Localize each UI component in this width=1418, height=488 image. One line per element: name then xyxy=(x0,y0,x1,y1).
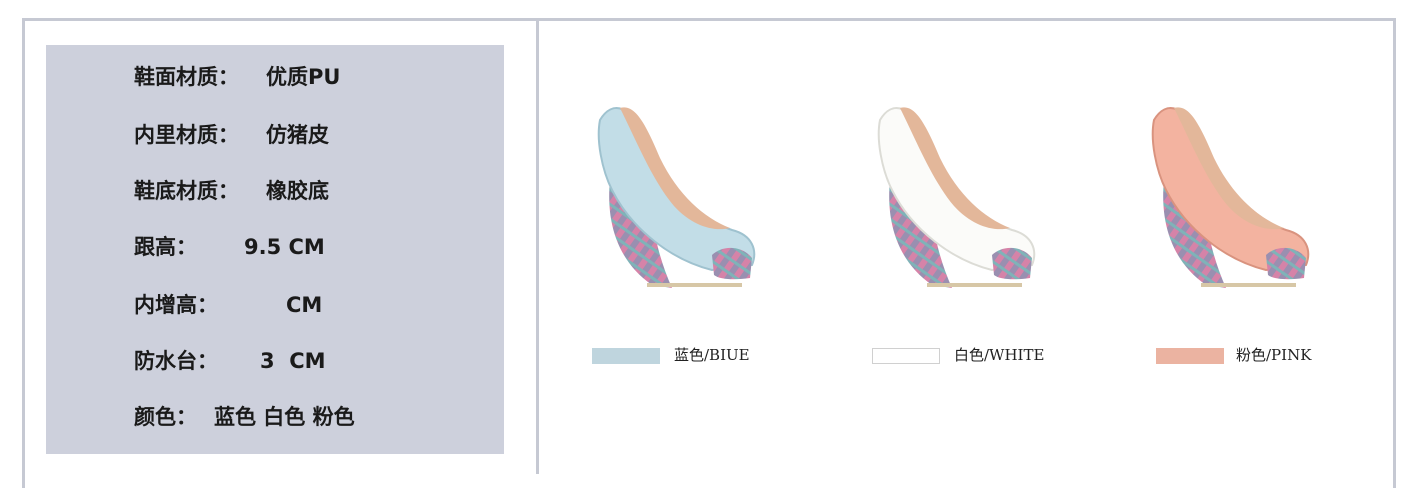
spec-value: 仿猪皮 xyxy=(266,123,329,147)
spec-value: 3 CM xyxy=(260,349,326,373)
shoe-image-blue xyxy=(597,107,756,288)
spec-label: 防水台： xyxy=(134,349,218,373)
color-label-blue: 蓝色/BIUE xyxy=(674,346,750,364)
color-swatch-blue xyxy=(592,348,660,364)
spec-value: 橡胶底 xyxy=(266,179,329,203)
spec-value: 蓝色 白色 粉色 xyxy=(214,405,355,429)
color-swatch-white xyxy=(872,348,940,364)
spec-label: 颜色： xyxy=(134,405,197,429)
panel-divider xyxy=(536,18,539,474)
spec-value: 9.5 CM xyxy=(244,235,325,259)
product-blue[interactable]: 蓝色/BIUE xyxy=(592,80,832,380)
product-white[interactable]: 白色/WHITE xyxy=(872,80,1112,380)
spec-label: 内增高： xyxy=(134,293,218,317)
spec-value: CM xyxy=(286,293,323,317)
shoe-image-white xyxy=(877,107,1036,288)
product-pink[interactable]: 粉色/PINK xyxy=(1146,80,1386,380)
spec-value: 优质PU xyxy=(266,65,341,89)
color-label-pink: 粉色/PINK xyxy=(1236,346,1312,364)
spec-label: 鞋底材质： xyxy=(134,179,239,203)
shoe-image-pink xyxy=(1151,107,1310,288)
color-label-white: 白色/WHITE xyxy=(954,346,1045,364)
color-swatch-pink xyxy=(1156,348,1224,364)
spec-label: 鞋面材质： xyxy=(134,65,239,89)
spec-label: 跟高： xyxy=(134,235,197,259)
spec-label: 内里材质： xyxy=(134,123,239,147)
